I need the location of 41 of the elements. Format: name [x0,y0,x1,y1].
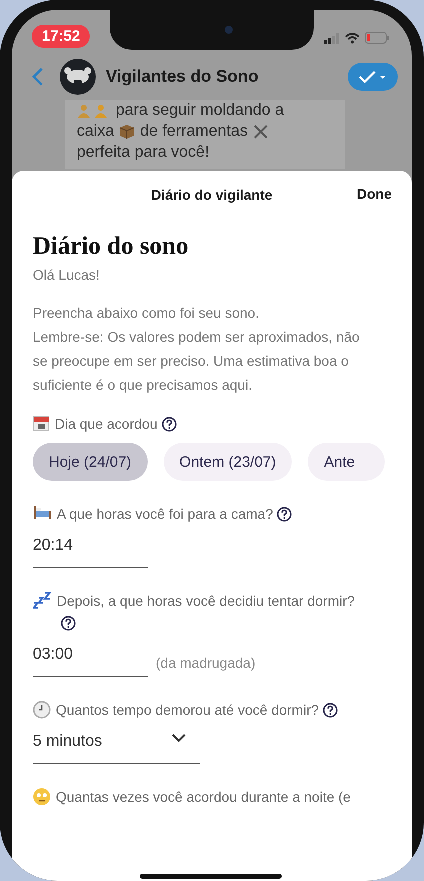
help-icon[interactable] [61,616,76,631]
chevron-down-icon [172,734,186,742]
question-label: Quantas vezes você acordou durante a noite (e [56,788,351,807]
face-icon [33,788,51,806]
question-label: A que horas você foi para a cama? [57,503,292,525]
calendar-icon [33,415,50,432]
form-heading: Diário do sono [33,233,190,261]
message-text: perfeita para você! [77,143,210,163]
bear-avatar-icon [60,59,96,95]
checkmark-icon [358,69,388,85]
message-text: caixa [77,122,114,142]
check-button[interactable] [348,63,398,91]
intro-text: Preencha abaixo como foi seu sono. [33,304,260,323]
duration-dropdown[interactable]: 5 minutos [33,721,200,764]
chat-title: Vigilantes do Sono [106,67,260,87]
status-time: 17:52 [32,25,90,48]
signal-icon [324,32,340,44]
message-text: de ferramentas [140,122,248,142]
question-label: Quantos tempo demorou até você dormir? [56,699,338,721]
question-label: Depois, a que horas você decidiu tentar dormir? [57,590,370,634]
bed-icon [33,505,52,519]
battery-icon [365,32,390,44]
sleep-icon [33,592,52,609]
day-chip[interactable]: Ontem (23/07) [164,443,292,481]
help-icon[interactable] [162,417,177,432]
question-label: Dia que acordou [55,413,177,435]
help-icon[interactable] [277,507,292,522]
wifi-icon [345,32,360,44]
sheet-title: Diário do vigilante [151,187,273,203]
time-note: (da madrugada) [156,655,256,673]
box-icon [119,124,136,139]
greeting-text: Olá Lucas! [33,267,101,283]
clock-icon [33,701,51,719]
help-icon[interactable] [323,703,338,718]
done-button[interactable]: Done [357,186,392,202]
message-text: para seguir moldando a [116,101,284,121]
time-field[interactable]: 20:14 [33,525,148,568]
day-chip[interactable]: Hoje (24/07) [33,443,148,481]
day-chip[interactable]: Ante [308,443,386,481]
time-field[interactable]: 03:00 [33,634,148,677]
intro-text: Lembre-se: Os valores podem ser aproximados, não se preocupe em ser preciso. Uma estimativa boa o suficiente é o que precisamos aqui. [33,328,361,395]
